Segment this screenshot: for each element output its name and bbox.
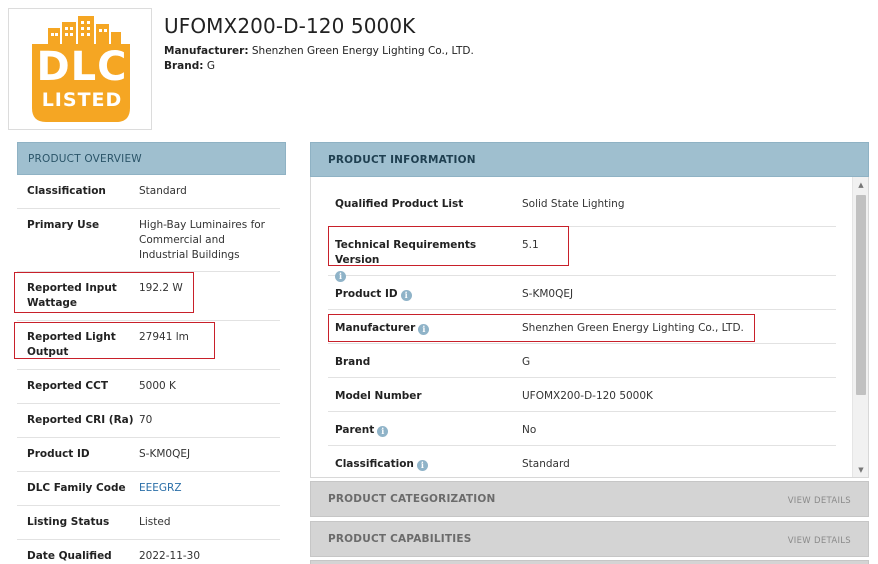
info-label: Qualified Product List bbox=[335, 198, 464, 210]
info-icon[interactable]: i bbox=[400, 290, 412, 301]
info-label-text: Product ID bbox=[335, 288, 398, 300]
info-value: No bbox=[522, 424, 537, 436]
overview-value: 27941 lm bbox=[139, 331, 189, 343]
overview-row: Reported CCT 5000 K bbox=[17, 370, 280, 404]
page-title: UFOMX200-D-120 5000K bbox=[164, 14, 416, 38]
info-row: Classification i Standard bbox=[328, 446, 836, 477]
product-overview-heading: PRODUCT OVERVIEW bbox=[17, 142, 286, 175]
info-label-text: Classification bbox=[335, 458, 414, 470]
info-value: Standard bbox=[522, 458, 570, 470]
overview-row: Date Qualified 2022-11-30 bbox=[17, 540, 280, 564]
product-capabilities-section[interactable]: PRODUCT CAPABILITIES VIEW DETAILS bbox=[310, 521, 869, 557]
info-value: 5.1 bbox=[522, 239, 539, 251]
scroll-down-arrow-icon[interactable]: ▼ bbox=[853, 462, 868, 477]
view-details-link[interactable]: VIEW DETAILS bbox=[788, 536, 851, 546]
info-label: Classification i bbox=[335, 457, 515, 472]
info-icon[interactable]: i bbox=[416, 460, 428, 471]
overview-value: 5000 K bbox=[139, 380, 176, 392]
overview-value: 70 bbox=[139, 414, 153, 426]
info-value: S-KM0QEJ bbox=[522, 288, 574, 300]
overview-label: Date Qualified bbox=[27, 550, 112, 562]
info-value: UFOMX200-D-120 5000K bbox=[522, 390, 653, 402]
overview-row: Classification Standard bbox=[17, 175, 280, 209]
overview-row: Listing Status Listed bbox=[17, 506, 280, 540]
logo-text-dlc: DLC bbox=[36, 44, 128, 90]
info-label-text: Manufacturer bbox=[335, 322, 416, 334]
product-information-heading[interactable]: PRODUCT INFORMATION bbox=[310, 142, 869, 177]
section-title: PRODUCT CAPABILITIES bbox=[328, 533, 472, 545]
product-categorization-section[interactable]: PRODUCT CATEGORIZATION VIEW DETAILS bbox=[310, 481, 869, 517]
overview-value: S-KM0QEJ bbox=[139, 448, 191, 460]
view-details-link[interactable]: VIEW DETAILS bbox=[788, 496, 851, 506]
dlc-family-code-link[interactable]: EEEGRZ bbox=[139, 481, 274, 496]
info-label: Manufacturer i bbox=[335, 321, 515, 336]
header-manufacturer: Manufacturer: Shenzhen Green Energy Ligh… bbox=[164, 45, 474, 57]
info-label: Model Number bbox=[335, 390, 422, 402]
logo-text-listed: LISTED bbox=[41, 89, 123, 111]
brand-label: Brand: bbox=[164, 60, 204, 72]
info-row: Product ID i S-KM0QEJ bbox=[328, 276, 836, 310]
scroll-up-arrow-icon[interactable]: ▲ bbox=[853, 177, 868, 193]
vertical-scrollbar[interactable]: ▲ ▼ bbox=[852, 177, 868, 477]
product-information-panel: PRODUCT INFORMATION Qualified Product Li… bbox=[310, 142, 869, 478]
manufacturer-value: Shenzhen Green Energy Lighting Co., LTD. bbox=[251, 45, 474, 57]
overview-label: Reported CRI (Ra) bbox=[27, 414, 134, 426]
next-section-edge[interactable] bbox=[310, 560, 869, 564]
scrollbar-thumb[interactable] bbox=[856, 195, 866, 395]
info-label: Brand bbox=[335, 356, 371, 368]
overview-label: Reported Light Output bbox=[27, 331, 116, 358]
overview-label: Listing Status bbox=[27, 516, 110, 528]
info-row: Model Number UFOMX200-D-120 5000K bbox=[328, 378, 836, 412]
overview-label: Classification bbox=[27, 185, 106, 197]
overview-label: Reported Input Wattage bbox=[27, 282, 117, 309]
info-label-text: Parent bbox=[335, 424, 375, 436]
info-row: Technical Requirements Version i 5.1 bbox=[328, 227, 836, 282]
overview-value: Standard bbox=[139, 185, 187, 197]
info-value: Shenzhen Green Energy Lighting Co., LTD. bbox=[522, 322, 744, 334]
info-row: Brand G bbox=[328, 344, 836, 378]
info-row: Qualified Product List Solid State Light… bbox=[328, 177, 836, 227]
info-row: Parent i No bbox=[328, 412, 836, 446]
overview-row: Primary Use High-Bay Luminaires for Comm… bbox=[17, 209, 280, 272]
info-row: Manufacturer i Shenzhen Green Energy Ligh… bbox=[328, 310, 836, 344]
overview-row: Reported Light Output 27941 lm bbox=[17, 321, 280, 370]
section-title: PRODUCT CATEGORIZATION bbox=[328, 493, 496, 505]
manufacturer-label: Manufacturer: bbox=[164, 45, 249, 57]
dlc-listed-logo: DLC LISTED bbox=[8, 8, 152, 130]
info-icon[interactable]: i bbox=[418, 324, 430, 335]
overview-value: 192.2 W bbox=[139, 282, 183, 294]
overview-row: Reported Input Wattage 192.2 W bbox=[17, 272, 280, 321]
overview-value: Listed bbox=[139, 516, 171, 528]
info-value: Solid State Lighting bbox=[522, 198, 625, 210]
overview-row: Reported CRI (Ra) 70 bbox=[17, 404, 280, 438]
product-overview-panel: PRODUCT OVERVIEW Classification Standard… bbox=[17, 142, 286, 564]
overview-value: 2022-11-30 bbox=[139, 550, 201, 562]
overview-label: DLC Family Code bbox=[27, 482, 126, 494]
info-label: Product ID i bbox=[335, 287, 515, 302]
info-label-text: Technical Requirements Version bbox=[335, 239, 477, 266]
product-information-scroll-area[interactable]: Qualified Product List Solid State Light… bbox=[310, 177, 869, 478]
info-value: G bbox=[522, 356, 531, 368]
overview-value: High-Bay Luminaires for Commercial and I… bbox=[139, 219, 265, 261]
overview-row: Product ID S-KM0QEJ bbox=[17, 438, 280, 472]
overview-label: Product ID bbox=[27, 448, 90, 460]
overview-row: DLC Family Code EEEGRZ bbox=[17, 472, 280, 506]
brand-value: G bbox=[206, 60, 215, 72]
header-brand: Brand: G bbox=[164, 60, 215, 72]
overview-label: Reported CCT bbox=[27, 380, 109, 392]
overview-label: Primary Use bbox=[27, 219, 100, 231]
info-icon[interactable]: i bbox=[377, 426, 389, 437]
info-label: Parent i bbox=[335, 423, 515, 438]
